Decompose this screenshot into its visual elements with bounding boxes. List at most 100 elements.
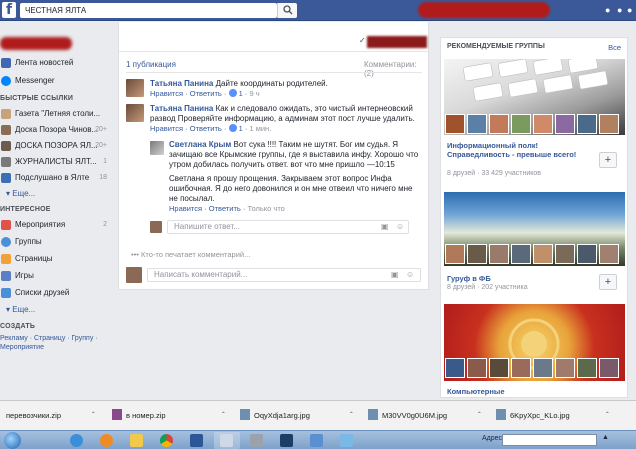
taskbar-app-blue[interactable] [304,432,330,449]
avatar[interactable] [599,244,619,264]
avatar[interactable] [126,79,144,97]
taskbar-app-paint[interactable] [334,432,360,449]
sidebar-item-news-feed[interactable]: Лента новостей [0,56,113,70]
comment-author[interactable]: Светлана Крым [169,140,231,149]
taskbar-app-grey[interactable] [244,432,270,449]
avatar[interactable] [150,141,164,155]
sidebar-more-link[interactable]: ▾ Еще... [6,305,35,314]
reply-input[interactable]: Напишите ответ... [167,220,409,234]
reply-link[interactable]: Ответить [190,124,222,133]
facebook-logo-icon[interactable]: f [2,2,16,18]
redacted-post-meta [367,36,427,48]
camera-icon[interactable]: ▣ [381,222,389,231]
sidebar-item-events[interactable]: Мероприятия 2 [0,218,113,232]
avatar[interactable] [489,358,509,378]
avatar[interactable] [445,114,465,134]
avatar[interactable] [126,104,144,122]
chevron-up-icon[interactable]: ˆ [222,407,225,425]
start-button[interactable] [4,432,21,449]
avatar[interactable] [599,114,619,134]
avatar[interactable] [599,358,619,378]
sidebar-item-friend-lists[interactable]: Списки друзей [0,286,113,300]
avatar[interactable] [533,244,553,264]
group-title[interactable]: Компьютерные [447,387,597,396]
download-item[interactable]: перевозчики.zip ˆ [6,407,102,425]
redacted-profile-area [418,2,550,18]
group-title[interactable]: Информационный полк! Справедливость - пр… [447,141,597,159]
avatar[interactable] [533,358,553,378]
emoji-icon[interactable]: ☺ [406,270,414,279]
see-all-link[interactable]: Все [608,43,621,52]
sidebar-item-messenger[interactable]: Messenger [0,74,113,88]
download-item[interactable]: 6KpyXpc_KLo.jpg ˆ [496,407,614,425]
taskbar-app-explorer[interactable] [124,432,150,449]
sidebar-item-groups[interactable]: Группы [0,235,113,249]
download-item[interactable]: OqyXdja1arg.jpg ˆ [240,407,358,425]
create-links[interactable]: Рекламу · Страницу · Группу · Мероприяти… [0,334,110,352]
notifications-icon[interactable]: ● [627,4,632,16]
comment-author[interactable]: Татьяна Панина [150,79,213,88]
group-stats: 8 друзей · 202 участника [447,284,528,291]
taskbar-app-active[interactable] [214,432,240,449]
reply-link[interactable]: Ответить [209,204,241,213]
emoji-icon[interactable]: ☺ [396,222,404,231]
chevron-up-icon[interactable]: ˆ [478,407,481,425]
comment-input[interactable]: Написать комментарий... [147,268,421,282]
comment-author[interactable]: Татьяна Панина [150,104,213,113]
avatar[interactable] [467,244,487,264]
publication-count-link[interactable]: 1 публикация [126,60,176,69]
create-heading: СОЗДАТЬ [0,323,36,330]
reply-link[interactable]: Ответить [190,89,222,98]
taskbar-app-chrome[interactable] [154,432,180,449]
group-title[interactable]: Гуруф в ФБ [447,274,597,283]
chevron-up-icon[interactable]: ˆ [350,407,353,425]
like-link[interactable]: Нравится [150,89,183,98]
sidebar-item-quick-link[interactable]: Подслушано в Ялте 18 [0,171,113,185]
avatar[interactable] [533,114,553,134]
avatar[interactable] [555,358,575,378]
download-item[interactable]: M30VV0g0U6M.jpg ˆ [368,407,486,425]
chevron-up-icon[interactable]: ˆ [606,407,609,425]
avatar[interactable] [445,358,465,378]
sidebar-more-link[interactable]: ▾ Еще... [6,189,35,198]
avatar[interactable] [445,244,465,264]
join-group-button[interactable]: + [599,152,617,168]
taskbar-app-word[interactable] [184,432,210,449]
avatar[interactable] [467,114,487,134]
chevron-up-icon[interactable]: ˆ [92,407,95,425]
taskbar-app-ie[interactable] [64,432,90,449]
avatar[interactable] [577,114,597,134]
sidebar-item-quick-link[interactable]: ЖУРНАЛИСТЫ ЯЛТ... 1 [0,155,113,169]
sidebar-item-quick-link[interactable]: Доска Позора Чинов... 20+ [0,123,113,137]
avatar[interactable] [555,114,575,134]
messages-icon[interactable]: ● [617,4,622,16]
friend-requests-icon[interactable]: ● [605,4,610,16]
taskbar-app-orange[interactable] [94,432,120,449]
avatar[interactable] [555,244,575,264]
redacted-profile-name[interactable] [0,37,72,50]
avatar[interactable] [467,358,487,378]
sidebar-item-pages[interactable]: Страницы [0,252,113,266]
avatar[interactable] [577,358,597,378]
sidebar-item-quick-link[interactable]: Газета "Летняя столи... [0,107,113,121]
avatar[interactable] [511,114,531,134]
sidebar-item-games[interactable]: Игры [0,269,113,283]
sidebar-item-quick-link[interactable]: ДОСКА ПОЗОРА ЯЛ... 20+ [0,139,113,153]
comments-count-label[interactable]: Комментарии: (2) [364,60,428,78]
avatar[interactable] [489,114,509,134]
like-link[interactable]: Нравится [169,204,202,213]
avatar[interactable] [511,244,531,264]
avatar[interactable] [511,358,531,378]
camera-icon[interactable]: ▣ [391,270,399,279]
chrome-icon [160,434,173,447]
avatar[interactable] [489,244,509,264]
download-item[interactable]: в номер.zip ˆ [112,407,230,425]
system-tray-icon[interactable]: ▲ [602,434,609,441]
search-button[interactable] [277,3,297,18]
search-input[interactable]: ЧЕСТНАЯ ЯЛТА [20,3,277,18]
avatar[interactable] [577,244,597,264]
taskbar-app-photoshop[interactable] [274,432,300,449]
join-group-button[interactable]: + [599,274,617,290]
address-input[interactable] [502,434,597,446]
like-link[interactable]: Нравится [150,124,183,133]
